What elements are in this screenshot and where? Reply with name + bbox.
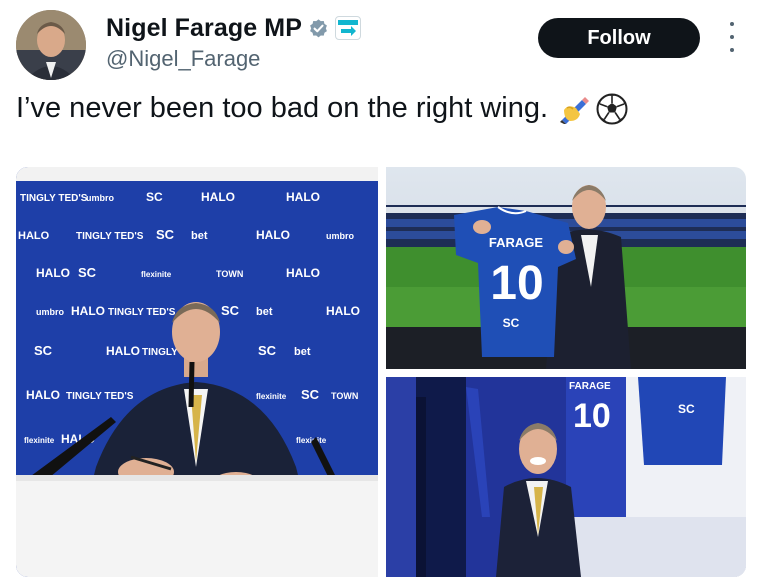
svg-text:SC: SC — [78, 265, 97, 280]
svg-text:HALO: HALO — [106, 344, 140, 358]
svg-text:TINGLY TED'S: TINGLY TED'S — [20, 193, 88, 204]
jersey-number: 10 — [573, 397, 611, 435]
svg-text:TINGLY TED'S: TINGLY TED'S — [66, 391, 134, 402]
svg-text:TOWN: TOWN — [216, 269, 243, 279]
tweet-emojis — [558, 93, 628, 125]
svg-text:SC: SC — [258, 343, 277, 358]
svg-text:flexinite: flexinite — [296, 436, 327, 445]
svg-text:bet: bet — [294, 346, 311, 358]
tweet-text: I’ve never been too bad on the right win… — [16, 92, 628, 125]
svg-text:flexinite: flexinite — [24, 436, 55, 445]
photo-dressing-room[interactable]: FARAGE 10 SC — [386, 377, 746, 577]
svg-text:HALO: HALO — [36, 266, 70, 280]
svg-text:HALO: HALO — [71, 304, 105, 318]
more-dot — [730, 48, 734, 52]
writing-hand-emoji — [560, 96, 590, 124]
svg-text:HALO: HALO — [286, 266, 320, 280]
jersey-sponsor: SC — [503, 316, 520, 330]
svg-text:SC: SC — [301, 387, 320, 402]
svg-text:HALO: HALO — [256, 228, 290, 242]
svg-text:flexinite: flexinite — [256, 392, 287, 401]
svg-text:SC: SC — [34, 343, 53, 358]
author-handle[interactable]: @Nigel_Farage — [106, 46, 361, 72]
media-grid: TINGLY TED'S umbro SC HALO HALO HALO TIN… — [16, 167, 746, 579]
svg-text:SC: SC — [146, 190, 163, 204]
svg-text:flexinite: flexinite — [141, 270, 172, 279]
jersey-name: FARAGE — [489, 235, 544, 250]
display-name[interactable]: Nigel Farage MP — [106, 14, 302, 43]
svg-text:bet: bet — [256, 306, 273, 318]
svg-text:HALO: HALO — [201, 190, 235, 204]
jersey-sponsor: SC — [678, 402, 695, 416]
photo-press-conference[interactable]: TINGLY TED'S umbro SC HALO HALO HALO TIN… — [16, 167, 378, 577]
svg-text:TINGLY TED'S: TINGLY TED'S — [108, 307, 176, 318]
svg-text:TINGLY TED'S: TINGLY TED'S — [76, 231, 144, 242]
author-block: Nigel Farage MP @Nigel_Farage — [106, 12, 361, 72]
jersey-number: 10 — [490, 257, 543, 310]
svg-text:TOWN: TOWN — [331, 391, 358, 401]
soccer-ball-emoji — [596, 93, 628, 124]
follow-button[interactable]: Follow — [538, 18, 700, 58]
more-vertical-icon[interactable] — [720, 22, 744, 52]
svg-text:HALO: HALO — [26, 388, 60, 402]
jersey-name: FARAGE — [569, 381, 611, 392]
verified-badge-icon[interactable] — [308, 18, 329, 39]
reform-uk-badge-icon[interactable] — [335, 16, 361, 40]
tweet-body: I’ve never been too bad on the right win… — [16, 92, 549, 124]
avatar[interactable] — [16, 10, 86, 80]
photo-stadium-shirt[interactable]: FARAGE 10 SC — [386, 167, 746, 369]
svg-text:bet: bet — [191, 230, 208, 242]
svg-text:HALO: HALO — [326, 304, 360, 318]
svg-text:umbro: umbro — [86, 193, 115, 203]
tweet-header: Nigel Farage MP @Nigel_Farage Follow — [16, 8, 744, 84]
svg-text:HALO: HALO — [286, 190, 320, 204]
svg-text:umbro: umbro — [326, 231, 355, 241]
more-dot — [730, 35, 734, 39]
svg-text:umbro: umbro — [36, 307, 65, 317]
svg-text:SC: SC — [221, 303, 240, 318]
more-dot — [730, 22, 734, 26]
svg-text:HALO: HALO — [18, 230, 50, 242]
svg-text:SC: SC — [156, 227, 175, 242]
